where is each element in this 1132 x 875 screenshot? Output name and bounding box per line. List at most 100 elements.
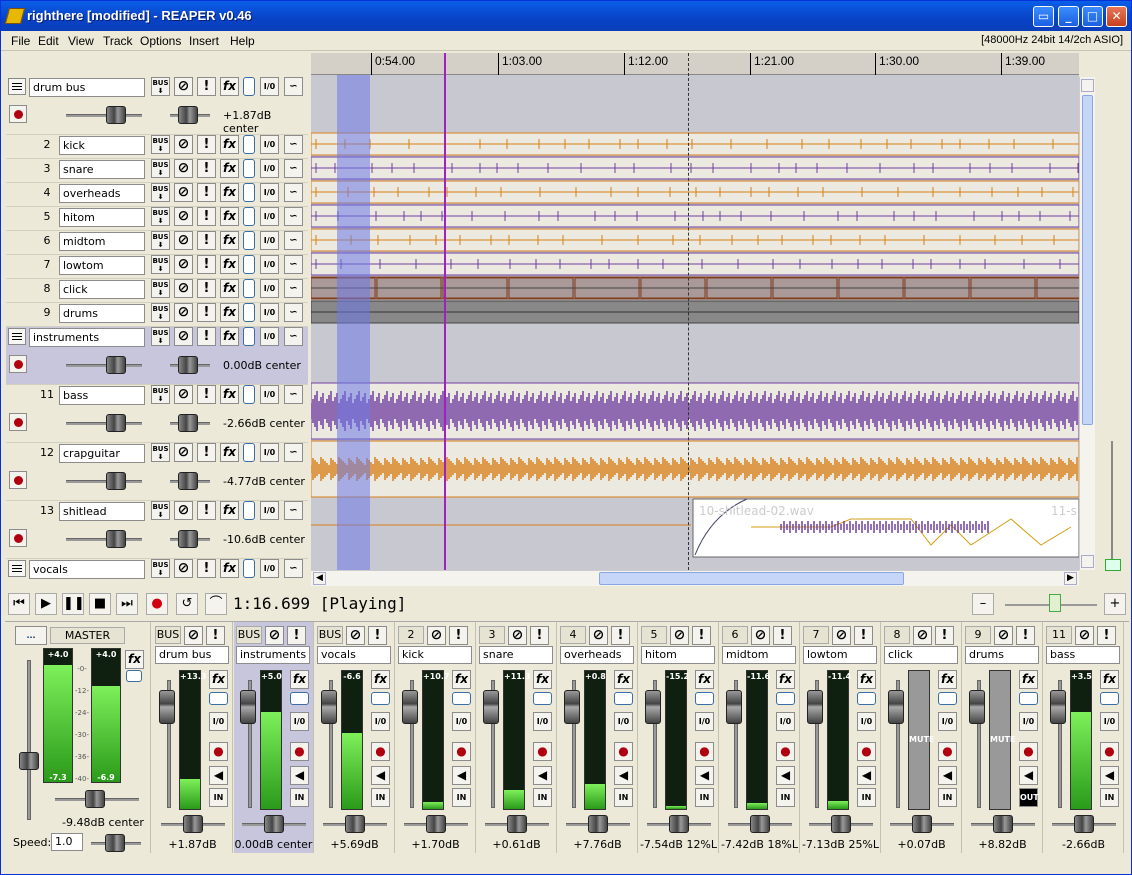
phase-toggle[interactable] [290,692,309,705]
mute-icon[interactable]: ⊘ [174,327,193,346]
io-button[interactable]: I/0 [260,135,279,154]
horizontal-scrollbar[interactable]: ◀ ▶ [311,570,1079,586]
fx-button[interactable]: fx [1100,670,1119,689]
fader-knob[interactable] [726,690,742,724]
track-row[interactable]: 7 lowtom BUS ⬇ ⊘! fx I/0 ∽ [6,255,308,279]
pan-knob[interactable] [750,815,770,833]
track-name-field[interactable]: instruments [29,328,145,347]
bus-button[interactable]: BUS ⬇ [151,385,170,404]
fx-button[interactable]: fx [220,327,239,346]
io-button[interactable]: I/0 [260,501,279,520]
io-button[interactable]: I/0 [260,255,279,274]
pan-knob[interactable] [178,530,198,548]
envelope-icon[interactable]: ∽ [284,207,303,226]
volume-knob[interactable] [106,356,126,374]
mute-icon[interactable]: ⊘ [174,207,193,226]
menu-help[interactable]: Help [230,34,255,48]
bus-button[interactable]: BUS ⬇ [151,501,170,520]
solo-button[interactable]: ! [935,626,954,645]
time-selection[interactable] [337,75,370,570]
phase-toggle[interactable] [243,279,255,298]
record-arm-button[interactable]: ● [1100,742,1119,761]
track-name-field[interactable]: kick [59,136,145,155]
solo-button[interactable]: ! [197,443,216,462]
io-button[interactable]: I/0 [938,712,957,731]
folder-icon[interactable] [8,78,26,95]
monitor-icon[interactable]: ◀ [938,766,957,785]
fx-button[interactable]: fx [857,670,876,689]
track-name-field[interactable]: drum bus [29,78,145,97]
input-button[interactable]: IN [857,788,876,807]
solo-button[interactable]: ! [449,626,468,645]
fader-knob[interactable] [564,690,580,724]
solo-button[interactable]: ! [197,231,216,250]
scroll-thumb[interactable] [1082,95,1093,425]
pan-knob[interactable] [507,815,527,833]
io-button[interactable]: I/0 [260,183,279,202]
scroll-thumb[interactable] [599,572,904,585]
fx-button[interactable]: fx [1019,670,1038,689]
fx-button[interactable]: fx [220,77,239,96]
io-button[interactable]: I/0 [260,77,279,96]
volume-slider[interactable] [66,114,142,117]
bus-button[interactable]: BUS ⬇ [151,327,170,346]
solo-button[interactable]: ! [197,207,216,226]
io-button[interactable]: I/0 [614,712,633,731]
track-row[interactable]: instruments BUS ⬇ ⊘! fx I/0 ∽ 0.00dB center [6,327,308,385]
bus-button[interactable]: BUS ⬇ [151,255,170,274]
monitor-icon[interactable]: ◀ [1100,766,1119,785]
strip-name[interactable]: instruments [236,646,310,664]
monitor-icon[interactable]: ◀ [695,766,714,785]
volume-knob[interactable] [106,106,126,124]
strip-name[interactable]: overheads [560,646,634,664]
pan-knob[interactable] [993,815,1013,833]
record-arm-button[interactable]: ● [776,742,795,761]
phase-toggle[interactable] [776,692,795,705]
track-name-field[interactable]: midtom [59,232,145,251]
master-volume-fader[interactable] [27,660,31,820]
arrange-view[interactable]: 0:54.00 1:03.00 1:12.00 1:21.00 1:30.00 … [311,53,1079,570]
menu-insert[interactable]: Insert [189,34,219,48]
fader-knob[interactable] [969,690,985,724]
phase-toggle[interactable] [938,692,957,705]
record-arm-button[interactable]: ● [938,742,957,761]
input-button[interactable]: IN [452,788,471,807]
solo-button[interactable]: ! [197,327,216,346]
phase-toggle[interactable] [857,692,876,705]
folder-icon[interactable] [8,328,26,345]
strip-name[interactable]: lowtom [803,646,877,664]
io-button[interactable]: I/0 [209,712,228,731]
close-button[interactable]: ✕ [1106,6,1127,27]
track-name-field[interactable]: bass [59,386,145,405]
input-button[interactable]: IN [614,788,633,807]
track-name-field[interactable]: hitom [59,208,145,227]
fx-button[interactable]: fx [220,279,239,298]
envelope-icon[interactable]: ∽ [284,501,303,520]
maximize-button[interactable]: □ [1082,6,1103,27]
pan-knob[interactable] [588,815,608,833]
mute-icon[interactable]: ⊘ [174,135,193,154]
solo-button[interactable]: ! [197,501,216,520]
strip-name[interactable]: vocals [317,646,391,664]
solo-button[interactable]: ! [287,626,306,645]
track-name-field[interactable]: vocals [29,560,145,579]
zoom-in-button[interactable]: + [1104,593,1126,615]
io-button[interactable]: I/0 [776,712,795,731]
strip-name[interactable]: kick [398,646,472,664]
fx-button[interactable]: fx [371,670,390,689]
vertical-scrollbar[interactable] [1079,77,1095,570]
io-button[interactable]: I/0 [260,443,279,462]
strip-name[interactable]: midtom [722,646,796,664]
record-arm-button[interactable]: ● [695,742,714,761]
io-button[interactable]: I/0 [1100,712,1119,731]
io-button[interactable]: I/0 [260,303,279,322]
record-arm-button[interactable]: ● [290,742,309,761]
phase-toggle[interactable] [243,443,255,462]
mute-icon[interactable]: ⊘ [174,255,193,274]
input-button[interactable]: IN [1100,788,1119,807]
envelope-icon[interactable]: ∽ [284,443,303,462]
record-arm-button[interactable]: ● [533,742,552,761]
solo-button[interactable]: ! [197,159,216,178]
monitor-icon[interactable]: ◀ [776,766,795,785]
track-name-field[interactable]: lowtom [59,256,145,275]
